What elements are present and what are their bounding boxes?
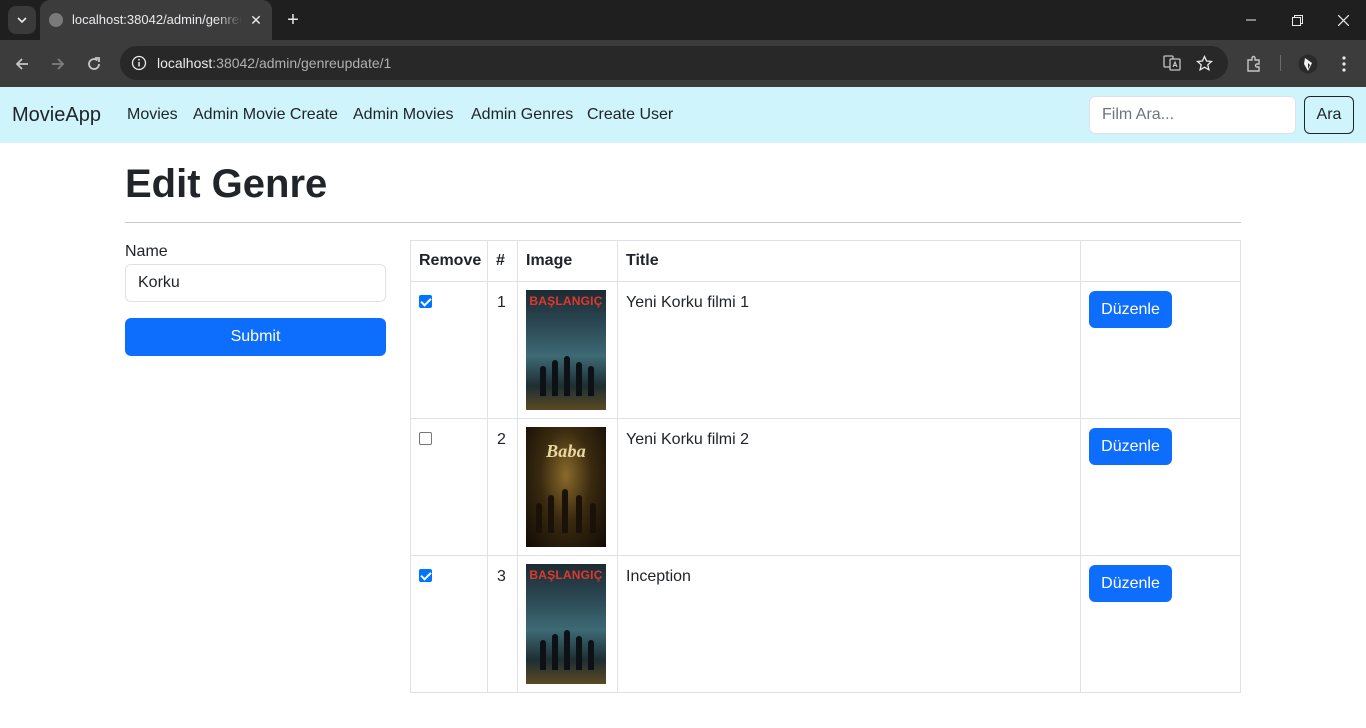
edit-movie-button[interactable]: Düzenle	[1089, 565, 1172, 602]
navbar-brand[interactable]: MovieApp	[12, 104, 101, 127]
url-host: localhost	[157, 55, 213, 71]
movie-search-input[interactable]	[1089, 96, 1296, 134]
movie-poster-image: BAŞLANGIÇ	[526, 564, 606, 684]
tab-title: localhost:38042/admin/genreupdate/1	[72, 12, 242, 27]
genre-name-input[interactable]	[125, 264, 386, 302]
remove-checkbox[interactable]	[419, 569, 432, 582]
forward-icon[interactable]	[44, 50, 72, 78]
menu-kebab-icon[interactable]	[1330, 50, 1358, 78]
extensions-icon[interactable]	[1240, 50, 1268, 78]
poster-title-text: BAŞLANGIÇ	[529, 568, 603, 582]
tab-search-button[interactable]	[8, 6, 36, 34]
restore-icon[interactable]	[1274, 0, 1320, 40]
site-info-icon[interactable]	[128, 52, 150, 74]
reload-icon[interactable]	[80, 50, 108, 78]
header-remove: Remove	[419, 252, 482, 269]
edit-movie-button[interactable]: Düzenle	[1089, 428, 1172, 465]
row-index: 2	[497, 431, 506, 448]
table-column-divider	[517, 240, 518, 693]
name-label: Name	[125, 243, 168, 260]
back-icon[interactable]	[8, 50, 36, 78]
nav-link-admin-movie-create[interactable]: Admin Movie Create	[193, 106, 338, 124]
divider	[125, 222, 1241, 223]
toolbar-separator	[1280, 55, 1281, 71]
header-title: Title	[626, 252, 659, 269]
table-column-divider	[487, 240, 488, 693]
search-button[interactable]: Ara	[1304, 96, 1354, 134]
poster-title-text: BAŞLANGIÇ	[529, 294, 603, 308]
page-title: Edit Genre	[125, 162, 328, 206]
url-path: :38042/admin/genreupdate/1	[212, 55, 392, 71]
remove-checkbox[interactable]	[419, 432, 432, 445]
nav-link-movies[interactable]: Movies	[127, 106, 178, 124]
header-index: #	[496, 252, 505, 269]
row-index: 3	[497, 568, 506, 585]
movie-poster-image: BAŞLANGIÇ	[526, 290, 606, 410]
edit-movie-button[interactable]: Düzenle	[1089, 291, 1172, 328]
bookmark-star-icon[interactable]	[1193, 52, 1215, 74]
window-close-icon[interactable]	[1320, 0, 1366, 40]
header-image: Image	[526, 252, 573, 269]
globe-icon	[49, 13, 63, 27]
remove-checkbox[interactable]	[419, 295, 432, 308]
submit-button[interactable]: Submit	[125, 318, 386, 356]
profile-avatar-icon[interactable]	[1294, 50, 1322, 78]
poster-title-text: Baba	[546, 441, 586, 461]
table-row-divider	[410, 418, 1241, 419]
new-tab-button[interactable]: +	[281, 8, 305, 32]
chevron-down-icon	[17, 17, 27, 24]
minimize-icon[interactable]	[1228, 0, 1274, 40]
movie-poster-image: Baba	[526, 427, 606, 547]
close-icon[interactable]: ✕	[246, 10, 266, 30]
nav-link-create-user[interactable]: Create User	[587, 106, 673, 124]
url-text[interactable]: localhost:38042/admin/genreupdate/1	[157, 55, 391, 71]
nav-link-admin-movies[interactable]: Admin Movies	[353, 106, 453, 124]
translate-icon[interactable]	[1161, 52, 1183, 74]
movie-title: Yeni Korku filmi 2	[626, 431, 750, 448]
movie-title: Yeni Korku filmi 1	[626, 294, 750, 311]
row-index: 1	[497, 294, 506, 311]
table-row-divider	[410, 281, 1241, 282]
table-column-divider	[1080, 240, 1081, 693]
nav-link-admin-genres[interactable]: Admin Genres	[471, 106, 573, 124]
table-row-divider	[410, 555, 1241, 556]
movie-title: Inception	[626, 568, 691, 585]
table-column-divider	[617, 240, 618, 693]
